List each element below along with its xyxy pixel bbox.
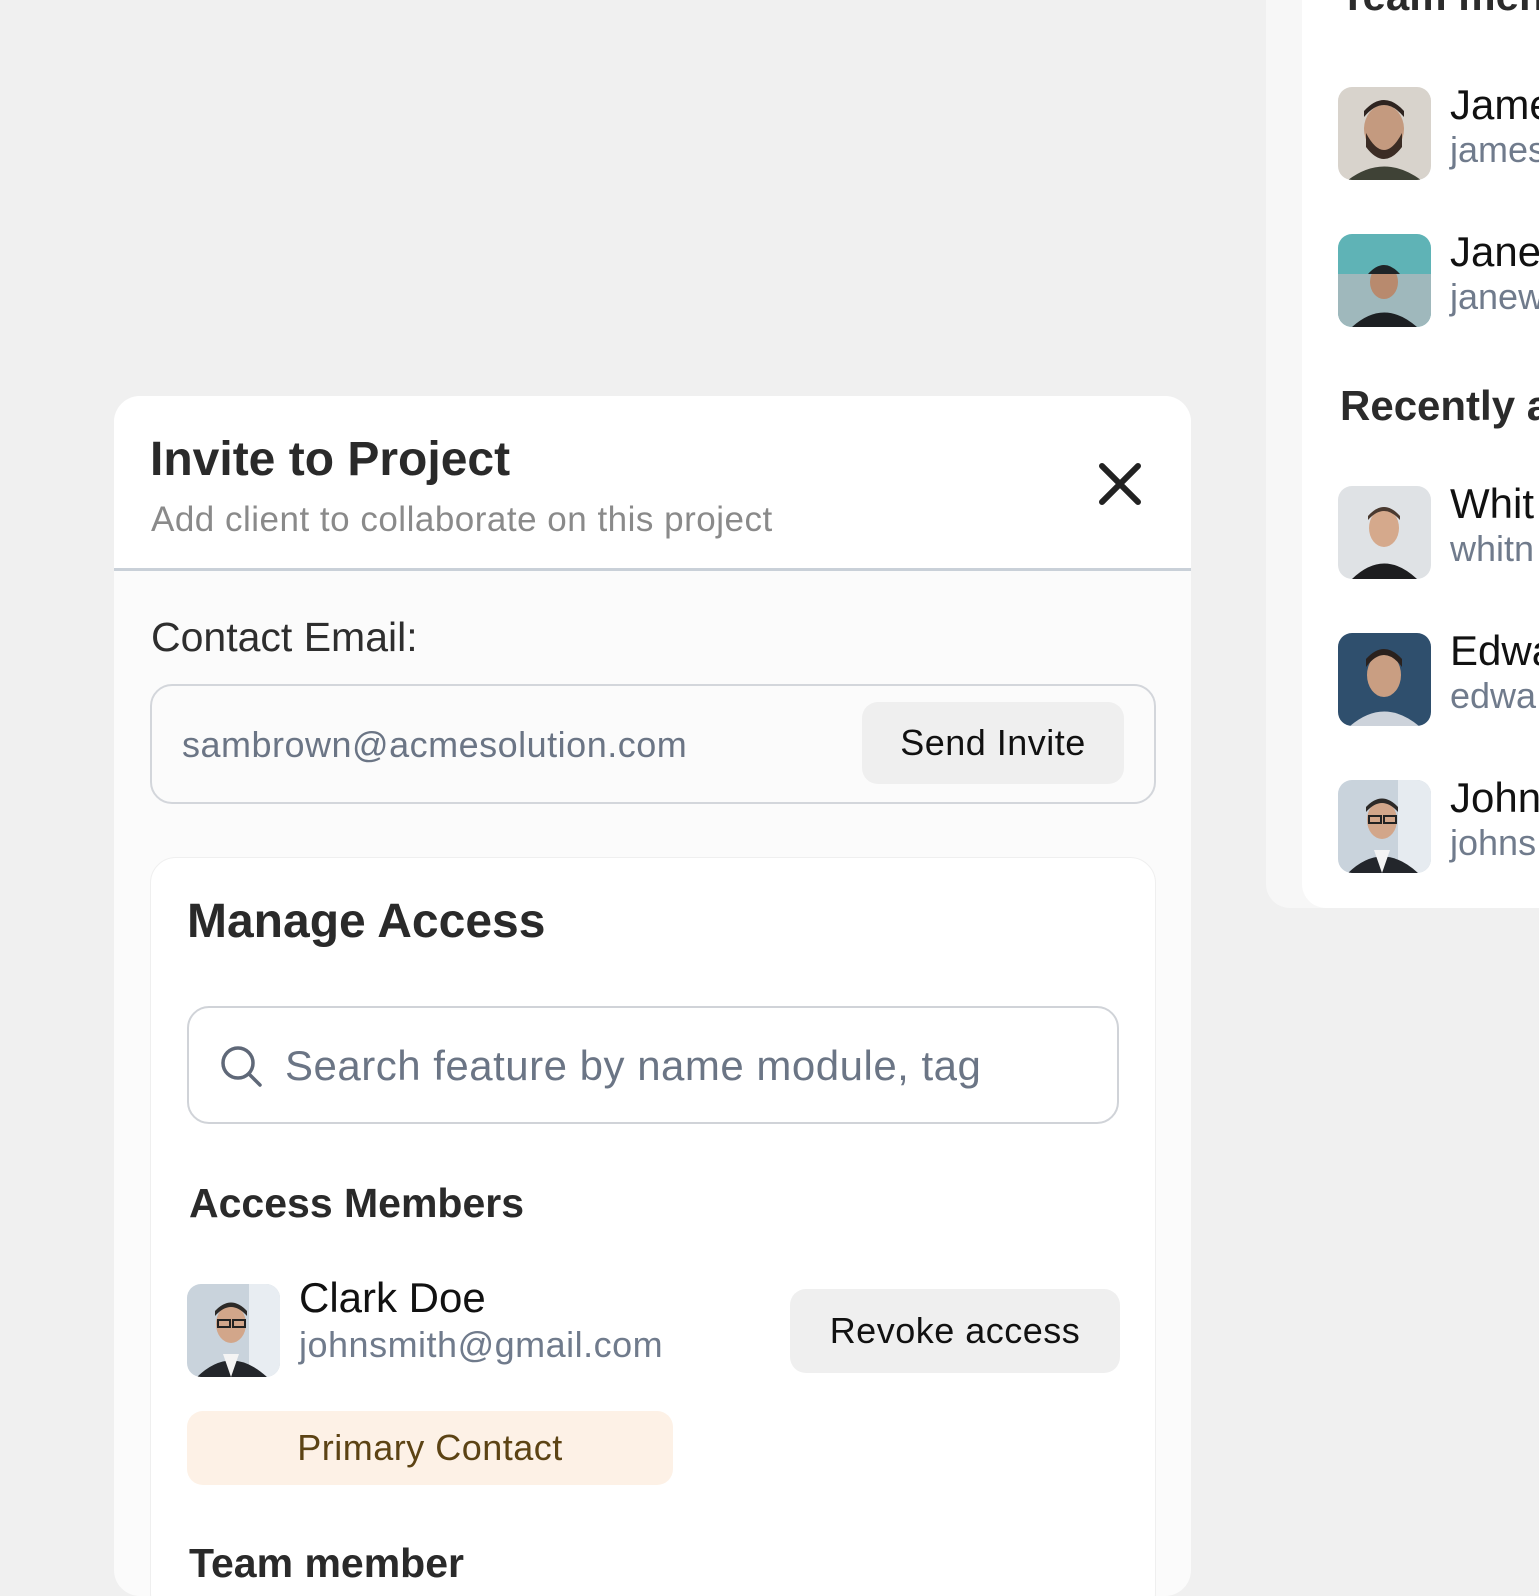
member-name: Edwa bbox=[1450, 627, 1539, 674]
recent-member-item[interactable]: John johns bbox=[1338, 774, 1539, 874]
manage-access-title: Manage Access bbox=[187, 895, 546, 948]
close-icon bbox=[1099, 463, 1141, 505]
member-email: james bbox=[1450, 129, 1539, 170]
background-team-panel: Team men Jame james Jane janew bbox=[1302, 0, 1539, 908]
send-invite-button[interactable]: Send Invite bbox=[862, 702, 1124, 784]
member-email: edwa bbox=[1450, 675, 1537, 716]
team-members-heading: Team men bbox=[1340, 0, 1539, 20]
search-input[interactable] bbox=[283, 1032, 1087, 1100]
close-button[interactable] bbox=[1092, 456, 1148, 512]
member-name: John bbox=[1450, 774, 1539, 821]
member-name: Jane bbox=[1450, 228, 1539, 275]
avatar bbox=[1338, 87, 1431, 180]
invite-email-row: Send Invite bbox=[150, 684, 1156, 804]
member-name: Whit bbox=[1450, 480, 1534, 527]
modal-title: Invite to Project bbox=[150, 433, 511, 486]
team-member-heading: Team member bbox=[189, 1540, 464, 1586]
modal-header: Invite to Project Add client to collabor… bbox=[114, 396, 1191, 571]
avatar bbox=[1338, 633, 1431, 726]
recent-member-item[interactable]: Whit whitn bbox=[1338, 480, 1539, 580]
recently-added-heading: Recently a bbox=[1340, 382, 1539, 429]
primary-contact-badge: Primary Contact bbox=[187, 1411, 673, 1485]
modal-subtitle: Add client to collaborate on this projec… bbox=[151, 500, 773, 539]
member-email: johns bbox=[1450, 822, 1537, 863]
contact-email-label: Contact Email: bbox=[151, 614, 418, 660]
member-email: janew bbox=[1450, 276, 1539, 317]
avatar bbox=[1338, 234, 1431, 327]
contact-email-input[interactable] bbox=[180, 714, 824, 776]
revoke-access-button[interactable]: Revoke access bbox=[790, 1289, 1120, 1373]
team-member-item[interactable]: Jane janew bbox=[1338, 228, 1539, 328]
search-box bbox=[187, 1006, 1119, 1124]
access-members-heading: Access Members bbox=[189, 1180, 525, 1226]
member-email: johnsmith@gmail.com bbox=[299, 1324, 664, 1365]
team-member-item[interactable]: Jame james bbox=[1338, 81, 1539, 181]
invite-modal: Invite to Project Add client to collabor… bbox=[114, 396, 1191, 1596]
avatar bbox=[1338, 780, 1431, 873]
member-email: whitn bbox=[1450, 528, 1535, 569]
search-icon bbox=[221, 1046, 262, 1087]
recent-member-item[interactable]: Edwa edwa bbox=[1338, 627, 1539, 727]
avatar bbox=[1338, 486, 1431, 579]
manage-access-card: Manage Access Access Members Clark Doe j bbox=[150, 857, 1156, 1596]
member-name: Jame bbox=[1450, 81, 1539, 128]
member-name: Clark Doe bbox=[299, 1274, 486, 1321]
avatar bbox=[187, 1284, 280, 1377]
